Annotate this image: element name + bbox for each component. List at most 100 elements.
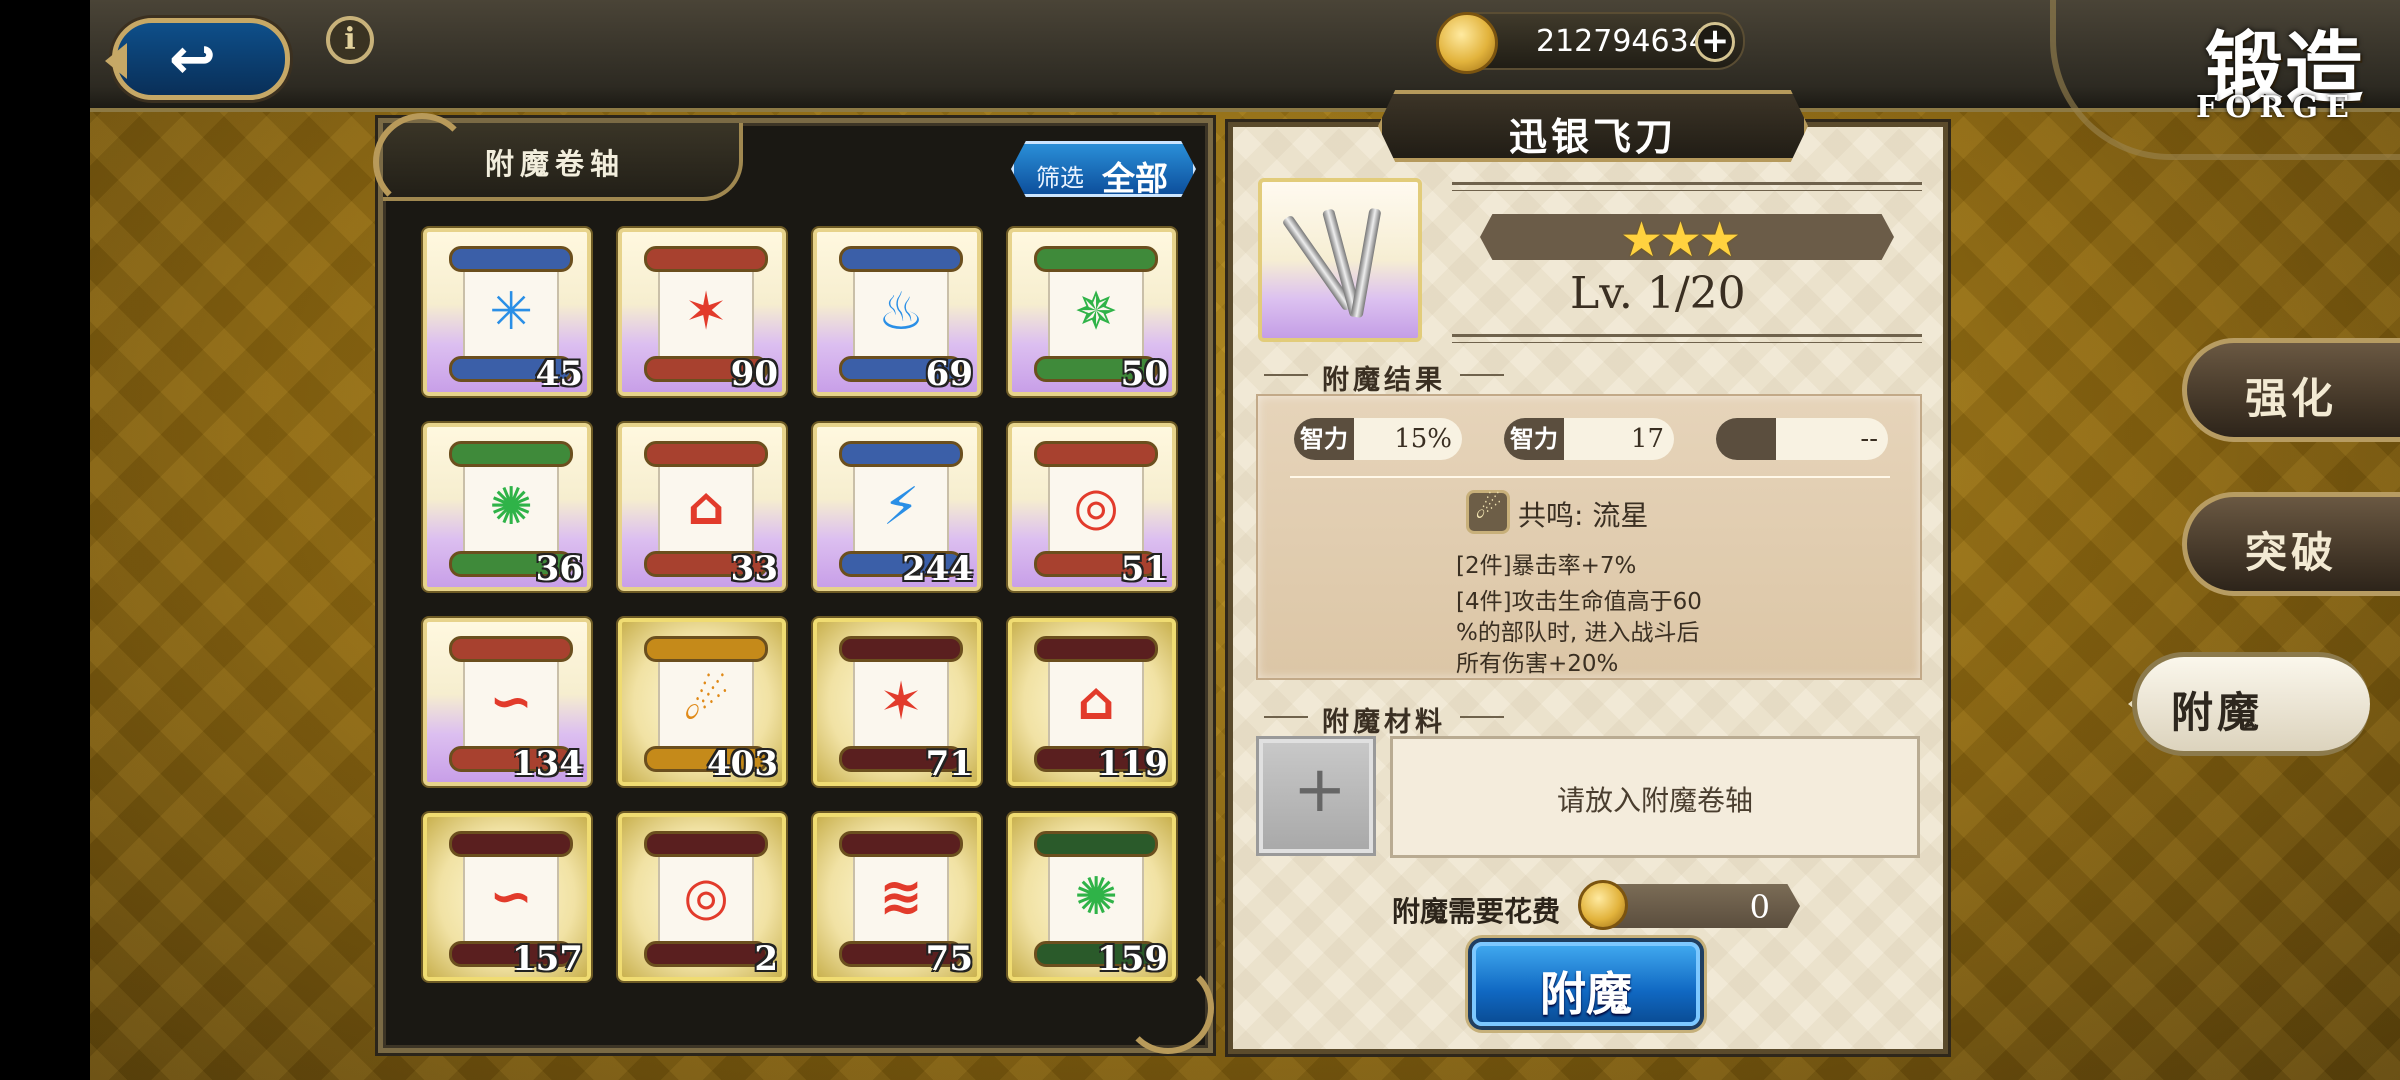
scroll-grid: ✳ 45 ✶ 90 ♨ 69 ✵ 50 ✺ 36 ⌂ 33 ⚡ 244 ◎ 51 ∽ 134 ☄ 403 ✶ 71 ⌂ 119… xyxy=(423,228,1183,1038)
enchant-button-label: 附魔 xyxy=(1540,967,1632,1021)
rune-icon: ✺ xyxy=(489,477,533,537)
scroll-item-slot[interactable]: ⌂ 119 xyxy=(1008,618,1176,786)
header-ornament-icon xyxy=(373,113,471,211)
enchant-result-title: 附魔结果 xyxy=(1264,358,1504,397)
scroll-item-slot[interactable]: ∽ 134 xyxy=(423,618,591,786)
set-effect-4-line1: [4件]攻击生命值高于60 xyxy=(1456,589,1702,615)
panel-header: 附魔卷轴 xyxy=(373,113,743,211)
stat-label: 智力 xyxy=(1504,418,1564,460)
rarity-stars: ★★★ xyxy=(1620,212,1741,268)
stat-label: 智力 xyxy=(1294,418,1354,460)
scroll-item-slot[interactable]: ✶ 90 xyxy=(618,228,786,396)
scroll-item-slot[interactable]: ✳ 45 xyxy=(423,228,591,396)
item-quantity: 45 xyxy=(535,354,583,394)
scroll-item-slot[interactable]: ✵ 50 xyxy=(1008,228,1176,396)
rune-icon: ✶ xyxy=(684,282,728,342)
item-quantity: 36 xyxy=(535,549,583,589)
rune-icon: ◎ xyxy=(1073,477,1119,537)
scroll-icon: ◎ xyxy=(644,831,768,967)
gold-coin-icon xyxy=(1578,880,1628,930)
item-quantity: 157 xyxy=(512,939,583,979)
stat-value: 15% xyxy=(1394,424,1452,454)
stat-value: -- xyxy=(1860,424,1878,454)
gold-coin-icon xyxy=(1436,12,1498,74)
item-quantity: 51 xyxy=(1120,549,1168,589)
scroll-item-slot[interactable]: ✺ 36 xyxy=(423,423,591,591)
item-quantity: 403 xyxy=(707,744,778,784)
rune-icon: ✵ xyxy=(1074,282,1118,342)
filter-button[interactable]: 筛选 全部 xyxy=(1011,141,1196,197)
weapon-level: Lv. 1/20 xyxy=(1570,268,1746,319)
rune-icon: ♨ xyxy=(877,282,925,342)
tab-enchant[interactable]: 附魔 xyxy=(2132,652,2370,756)
rune-icon: ⌂ xyxy=(1077,672,1115,732)
tab-breakthrough[interactable]: 突破 xyxy=(2182,492,2400,596)
divider xyxy=(1452,342,1922,343)
item-quantity: 134 xyxy=(512,744,583,784)
rune-icon: ☄ xyxy=(682,672,730,732)
rune-icon: ✳ xyxy=(489,282,533,342)
scroll-inventory-panel: 附魔卷轴 筛选 全部 ✳ 45 ✶ 90 ♨ 69 ✵ 50 ✺ 36 ⌂ 33 ⚡ 244 ◎ 51 ∽ 134… xyxy=(373,113,1214,1054)
rune-icon: ≋ xyxy=(879,867,923,927)
material-placeholder: 请放入附魔卷轴 xyxy=(1556,784,1753,817)
set-effect-4-line2: %的部队时, 进入战斗后 xyxy=(1456,620,1700,646)
material-slot[interactable]: 请放入附魔卷轴 xyxy=(1390,736,1920,858)
item-quantity: 244 xyxy=(902,549,973,589)
weapon-icon[interactable] xyxy=(1258,178,1422,342)
scroll-item-slot[interactable]: ⌂ 33 xyxy=(618,423,786,591)
set-effect-4-line3: 所有伤害+20% xyxy=(1456,651,1619,677)
panel-title: 附魔卷轴 xyxy=(485,147,626,181)
scroll-item-slot[interactable]: ◎ 2 xyxy=(618,813,786,981)
rune-icon: ⌂ xyxy=(687,477,725,537)
scroll-item-slot[interactable]: ⚡ 244 xyxy=(813,423,981,591)
rune-icon: ✶ xyxy=(879,672,923,732)
resonance-icon xyxy=(1466,490,1510,534)
resonance-text: 共鸣: 流星 xyxy=(1518,499,1649,532)
back-arrow-icon: ↩ xyxy=(169,27,216,92)
add-gold-button[interactable]: + xyxy=(1695,22,1735,62)
rune-icon: ✺ xyxy=(1074,867,1118,927)
cost-value: 0 xyxy=(1749,888,1770,926)
tab-label: 突破 xyxy=(2245,528,2338,577)
tab-label: 强化 xyxy=(2245,374,2338,423)
stat-slot-3: -- xyxy=(1716,418,1888,460)
scroll-item-slot[interactable]: ☄ 403 xyxy=(618,618,786,786)
item-quantity: 71 xyxy=(925,744,973,784)
weapon-name: 迅银飞刀 xyxy=(1508,115,1677,159)
scroll-item-slot[interactable]: ✺ 159 xyxy=(1008,813,1176,981)
corner-ornament-icon xyxy=(1122,962,1214,1054)
cost-label: 附魔需要花费 xyxy=(1392,895,1561,928)
enchant-button[interactable]: 附魔 xyxy=(1472,942,1700,1026)
divider xyxy=(1452,190,1922,191)
plus-icon: + xyxy=(1293,753,1347,827)
enchant-material-title: 附魔材料 xyxy=(1264,700,1504,739)
scroll-item-slot[interactable]: ≋ 75 xyxy=(813,813,981,981)
stat-slot-2: 智力 17 xyxy=(1504,418,1674,460)
tab-label: 附魔 xyxy=(2171,688,2264,737)
scroll-item-slot[interactable]: ✶ 71 xyxy=(813,618,981,786)
item-quantity: 75 xyxy=(925,939,973,979)
scroll-item-slot[interactable]: ∽ 157 xyxy=(423,813,591,981)
tab-strengthen[interactable]: 强化 xyxy=(2182,338,2400,442)
scroll-item-slot[interactable]: ◎ 51 xyxy=(1008,423,1176,591)
divider xyxy=(1290,476,1890,478)
back-button[interactable]: ↩ xyxy=(105,18,290,100)
weapon-title-bar: 迅银飞刀 xyxy=(1378,90,1808,162)
dagger-icon xyxy=(1350,207,1382,319)
filter-value: 全部 xyxy=(1102,159,1168,198)
item-quantity: 33 xyxy=(730,549,778,589)
info-button[interactable]: i xyxy=(326,16,374,64)
scroll-item-slot[interactable]: ♨ 69 xyxy=(813,228,981,396)
divider xyxy=(1452,334,1922,337)
set-effect-2: [2件]暴击率+7% xyxy=(1456,553,1637,579)
item-quantity: 69 xyxy=(925,354,973,394)
divider xyxy=(1452,182,1922,185)
page-subtitle: FORGE xyxy=(2196,90,2357,125)
rune-icon: ∽ xyxy=(489,672,533,732)
item-quantity: 50 xyxy=(1120,354,1168,394)
item-quantity: 2 xyxy=(754,939,778,979)
stat-label-empty xyxy=(1716,418,1776,460)
rune-icon: ◎ xyxy=(683,867,729,927)
add-material-button[interactable]: + xyxy=(1256,736,1376,856)
screen-left-bezel xyxy=(0,0,90,1080)
